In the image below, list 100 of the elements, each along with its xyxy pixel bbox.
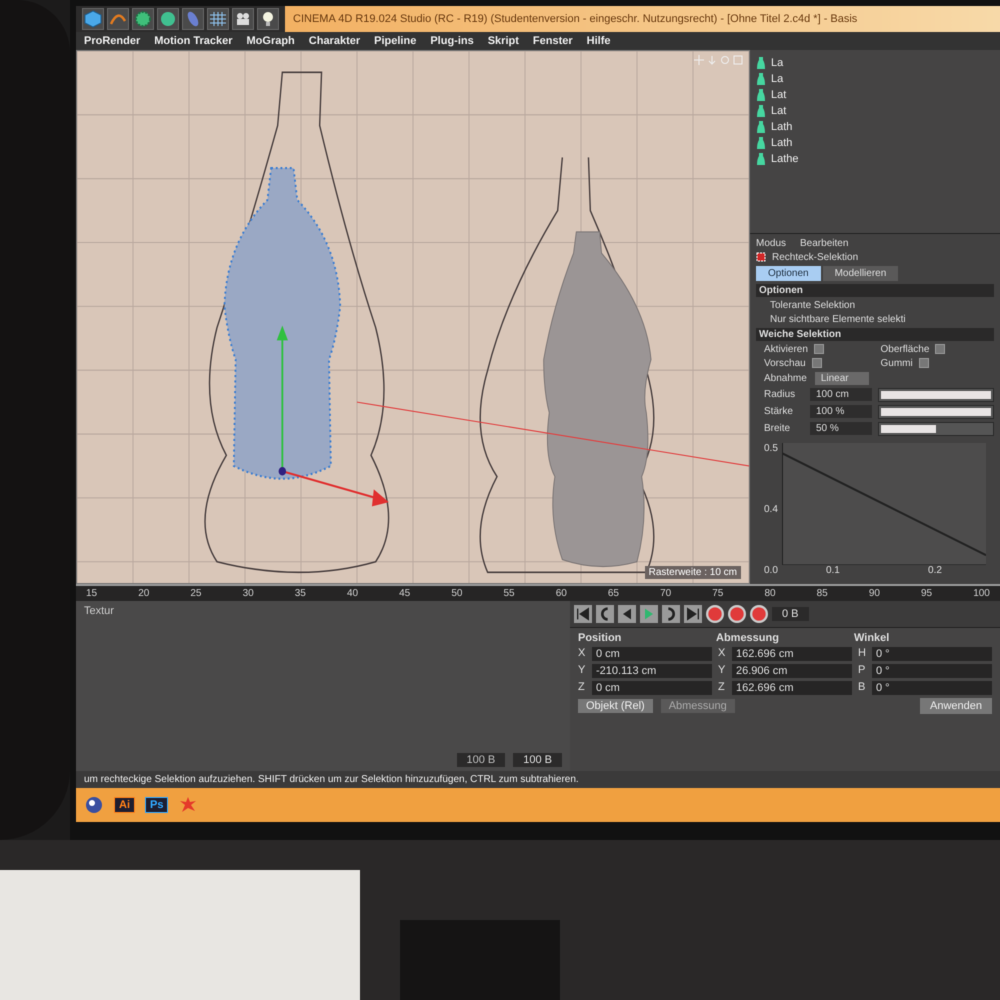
frame-number: 50 xyxy=(451,588,462,599)
object-name: Lat xyxy=(771,89,786,101)
coordinate-field[interactable]: 162.696 cm xyxy=(732,681,852,695)
tab[interactable]: Optionen xyxy=(756,266,821,281)
frame-number: 60 xyxy=(556,588,567,599)
menu-item[interactable]: Modus xyxy=(756,238,786,249)
object-name: Lath xyxy=(771,121,792,133)
object-row[interactable]: La xyxy=(756,72,994,86)
checkbox-label: Gummi xyxy=(880,358,913,369)
camera-icon[interactable] xyxy=(232,8,254,30)
lathe-object-icon xyxy=(756,152,766,166)
falloff-dropdown[interactable]: Linear xyxy=(814,372,869,385)
coordinate-field[interactable]: 0 cm xyxy=(592,681,712,695)
axis-tick-label: 0.2 xyxy=(928,565,942,576)
axis-tick-label: 0.4 xyxy=(764,504,778,515)
coordinate-field[interactable]: 0 ° xyxy=(872,681,992,695)
lathe-object-icon xyxy=(756,120,766,134)
value-field[interactable]: 100 % xyxy=(810,405,872,418)
coordinate-field[interactable]: 26.906 cm xyxy=(732,664,852,678)
record-key-icon[interactable] xyxy=(706,605,724,623)
axis-label: B xyxy=(858,681,866,695)
coordinate-field[interactable]: 162.696 cm xyxy=(732,647,852,661)
lathe-object-icon xyxy=(756,88,766,102)
object-name: La xyxy=(771,73,784,85)
frame-range-field[interactable]: 100 B xyxy=(456,753,506,767)
slider-track[interactable] xyxy=(878,404,994,419)
slider-track[interactable] xyxy=(878,422,994,436)
field-label: Breite xyxy=(764,423,792,434)
coordinate-field[interactable]: 0 cm xyxy=(592,647,712,661)
axis-label: Z xyxy=(718,681,726,695)
column-header: Abmessung xyxy=(716,632,780,644)
object-row[interactable]: Lath xyxy=(756,120,994,134)
axis-label: Z xyxy=(578,681,586,695)
menu-item[interactable]: Fenster xyxy=(532,35,573,47)
menu-item[interactable]: Bearbeiten xyxy=(800,238,848,249)
value-field[interactable]: 50 % xyxy=(810,422,872,436)
menu-item[interactable]: Pipeline xyxy=(374,35,416,47)
option-label: Tolerante Selektion xyxy=(769,300,856,311)
frame-number: 85 xyxy=(816,588,828,599)
checkbox[interactable] xyxy=(935,344,946,354)
sphere-app-icon[interactable] xyxy=(84,795,104,815)
coordinate-field[interactable]: 0 ° xyxy=(872,664,992,678)
tab[interactable]: Modellieren xyxy=(822,266,898,281)
menu-item[interactable]: Motion Tracker xyxy=(154,35,232,47)
frame-number: 15 xyxy=(86,588,98,599)
selection-tool-icon xyxy=(756,252,766,262)
lathe-object-icon xyxy=(756,104,766,118)
field-label: Stärke xyxy=(764,406,794,418)
coordinate-field[interactable]: 0 ° xyxy=(872,647,992,661)
axis-label: Y xyxy=(578,664,586,678)
status-text: um rechteckige Selektion aufzuziehen. SHIFT drücken um zur Selektion hinzuzufügen, CTRL zum subtrahieren. xyxy=(84,774,579,785)
gear-icon[interactable] xyxy=(132,8,154,30)
object-row[interactable]: Lathe xyxy=(756,152,994,166)
coordinate-field[interactable]: -210.113 cm xyxy=(592,664,712,678)
grid-plane-icon[interactable] xyxy=(207,8,229,30)
current-frame-field[interactable]: 0 B xyxy=(772,607,809,621)
object-row[interactable]: La xyxy=(756,56,994,70)
frame-number: 40 xyxy=(346,588,358,599)
menu-item[interactable]: Hilfe xyxy=(586,35,610,47)
app-taskbar-button[interactable]: Ai xyxy=(114,797,135,813)
coordinate-mode-dropdown[interactable]: Objekt (Rel) xyxy=(578,699,653,713)
timeline-ruler[interactable]: 15 20 25 30 35 40 45 50 55 60 65 70 75 80 85 90 95 100 xyxy=(76,584,1000,601)
menu-item[interactable]: MoGraph xyxy=(246,35,295,47)
checkbox[interactable] xyxy=(812,358,822,368)
play-backward-icon[interactable] xyxy=(618,605,636,623)
axis-tick-label: 0.0 xyxy=(764,564,778,576)
apply-button[interactable]: Anwenden xyxy=(920,698,992,714)
object-row[interactable]: Lat xyxy=(756,88,994,102)
frame-number: 65 xyxy=(608,588,619,599)
curve-icon[interactable] xyxy=(107,8,129,30)
step-forward-icon[interactable] xyxy=(662,605,680,623)
light-bulb-icon[interactable] xyxy=(257,8,279,30)
option-label: Nur sichtbare Elemente selekti xyxy=(769,314,907,325)
value-field[interactable]: 100 cm xyxy=(810,388,872,402)
axis-label: X xyxy=(718,647,726,661)
skip-to-end-icon[interactable] xyxy=(684,605,702,623)
axis-tick-label: 0.5 xyxy=(764,442,778,454)
frame-number: 80 xyxy=(764,588,776,599)
checkbox-label: Aktivieren xyxy=(764,344,808,355)
cube-icon[interactable] xyxy=(82,8,104,30)
object-row[interactable]: Lath xyxy=(756,136,994,150)
menu-item[interactable]: Plug-ins xyxy=(430,35,474,47)
menu-item[interactable]: Skript xyxy=(488,35,519,47)
object-name: Lath xyxy=(771,137,792,149)
end-frame-field[interactable]: 100 B xyxy=(513,753,562,767)
checkbox[interactable] xyxy=(918,358,929,368)
menu-item[interactable]: Charakter xyxy=(308,35,360,47)
frame-number: 75 xyxy=(712,588,724,599)
skip-to-start-icon[interactable] xyxy=(574,605,592,623)
column-header: Position xyxy=(578,632,622,644)
section-header: Optionen xyxy=(756,284,994,297)
checkbox[interactable] xyxy=(814,344,824,354)
object-row[interactable]: Lat xyxy=(756,104,994,118)
app-taskbar-button[interactable]: Ps xyxy=(145,797,168,813)
auto-key-icon[interactable] xyxy=(728,605,746,623)
frame-number: 55 xyxy=(504,588,515,599)
menu-item[interactable]: ProRender xyxy=(84,35,140,47)
step-back-icon[interactable] xyxy=(596,605,614,623)
axis-label: X xyxy=(578,647,586,661)
slider-track[interactable] xyxy=(878,388,994,402)
